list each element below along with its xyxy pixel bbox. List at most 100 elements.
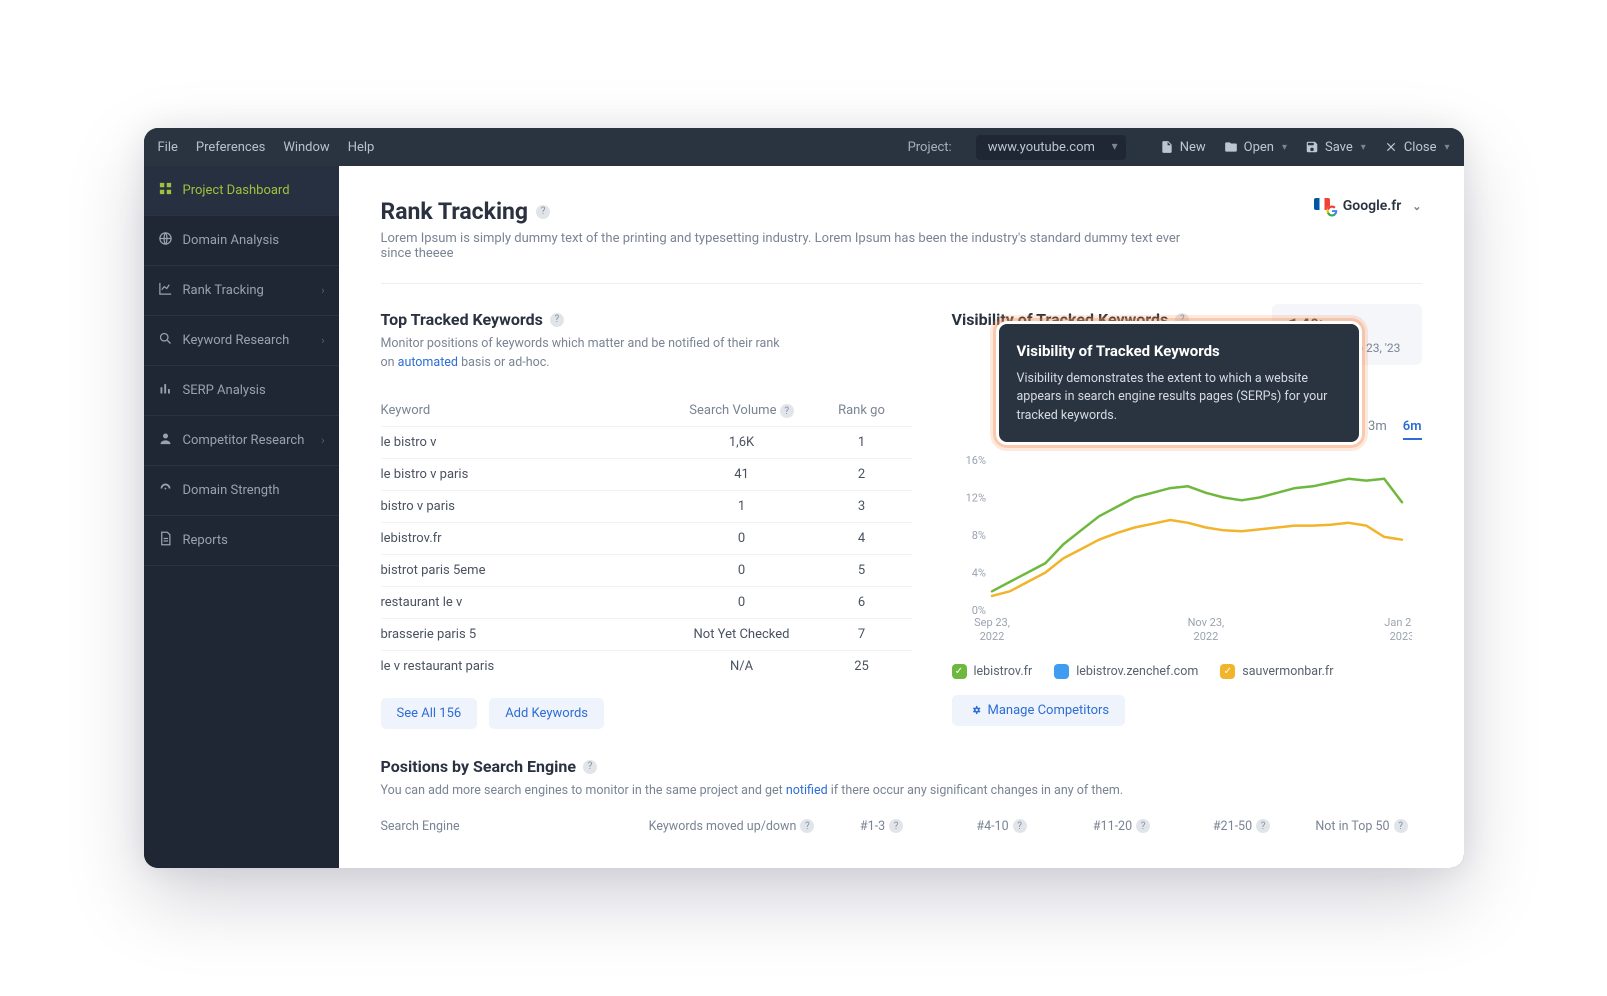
action-close[interactable]: Close▾: [1384, 140, 1450, 155]
col-search-volume: Search Volume ?: [672, 403, 812, 419]
sidebar-item-label: Rank Tracking: [183, 283, 264, 298]
table-row[interactable]: le v restaurant parisN/A25: [381, 650, 912, 682]
globe-icon: [158, 231, 173, 250]
menu-help[interactable]: Help: [348, 140, 375, 155]
legend-item[interactable]: lebistrov.zenchef.com: [1054, 664, 1198, 679]
help-icon[interactable]: ?: [1136, 819, 1150, 833]
search-engine-selector[interactable]: Google.fr ⌄: [1314, 198, 1422, 214]
cell-volume: Not Yet Checked: [672, 627, 812, 642]
svg-text:Sep 23,: Sep 23,: [974, 616, 1010, 629]
col-keyword: Keyword: [381, 403, 672, 419]
table-row[interactable]: bistrot paris 5eme05: [381, 554, 912, 586]
help-icon[interactable]: ?: [889, 819, 903, 833]
chart-legend: ✓lebistrov.frlebistrov.zenchef.com✓sauve…: [952, 664, 1422, 679]
cell-keyword: restaurant le v: [381, 595, 672, 610]
positions-section: Positions by Search Engine ? You can add…: [381, 757, 1422, 834]
page-title: Rank Tracking ?: [381, 198, 1201, 225]
cell-keyword: le v restaurant paris: [381, 659, 672, 674]
cell-keyword: lebistrov.fr: [381, 531, 672, 546]
save-icon: [1305, 140, 1319, 154]
positions-col: #4-10 ?: [942, 819, 1062, 834]
col-rank: Rank go: [812, 403, 912, 419]
help-icon[interactable]: ?: [800, 819, 814, 833]
gear-icon: [968, 703, 982, 717]
action-save[interactable]: Save▾: [1305, 140, 1366, 155]
help-icon[interactable]: ?: [536, 205, 550, 219]
positions-col: #21-50 ?: [1182, 819, 1302, 834]
sidebar-item-project-dashboard[interactable]: Project Dashboard: [144, 166, 339, 216]
svg-text:8%: 8%: [971, 529, 985, 542]
cell-volume: 1: [672, 499, 812, 514]
svg-text:2022: 2022: [979, 630, 1004, 643]
menu-preferences[interactable]: Preferences: [196, 140, 265, 155]
legend-checkbox-icon: ✓: [1220, 664, 1235, 679]
sidebar-item-label: Domain Strength: [183, 483, 280, 498]
help-icon[interactable]: ?: [583, 760, 597, 774]
folder-open-icon: [1224, 140, 1238, 154]
cell-rank: 25: [812, 659, 912, 674]
period-tab-3m[interactable]: 3m: [1368, 419, 1387, 440]
help-icon[interactable]: ?: [1013, 819, 1027, 833]
svg-text:Jan 23,: Jan 23,: [1384, 616, 1412, 629]
sidebar-item-label: Domain Analysis: [183, 233, 280, 248]
positions-title: Positions by Search Engine ?: [381, 757, 1422, 776]
positions-col: Search Engine: [381, 819, 642, 834]
period-tab-6m[interactable]: 6m: [1403, 419, 1422, 440]
cell-keyword: le bistro v paris: [381, 467, 672, 482]
table-row[interactable]: lebistrov.fr04: [381, 522, 912, 554]
sidebar-item-serp-analysis[interactable]: SERP Analysis: [144, 366, 339, 416]
tracked-keywords-title: Top Tracked Keywords ?: [381, 310, 912, 329]
help-icon[interactable]: ?: [1256, 819, 1270, 833]
help-icon[interactable]: ?: [550, 313, 564, 327]
table-row[interactable]: brasserie paris 5Not Yet Checked7: [381, 618, 912, 650]
bars-icon: [158, 381, 173, 400]
sidebar-item-reports[interactable]: Reports: [144, 516, 339, 566]
positions-col: Not in Top 50 ?: [1302, 819, 1422, 834]
positions-subtitle: You can add more search engines to monit…: [381, 782, 1422, 801]
topbar: File Preferences Window Help Project: ww…: [144, 128, 1464, 166]
page-subtitle: Lorem Ipsum is simply dummy text of the …: [381, 231, 1201, 261]
add-keywords-button[interactable]: Add Keywords: [489, 698, 604, 729]
tooltip-title: Visibility of Tracked Keywords: [1017, 340, 1341, 363]
legend-item[interactable]: ✓lebistrov.fr: [952, 664, 1033, 679]
svg-text:12%: 12%: [965, 491, 985, 504]
svg-text:16%: 16%: [965, 454, 985, 467]
tooltip-body: Visibility demonstrates the extent to wh…: [1017, 370, 1341, 426]
automated-link[interactable]: automated: [398, 355, 458, 370]
sidebar-item-rank-tracking[interactable]: Rank Tracking›: [144, 266, 339, 316]
cell-keyword: le bistro v: [381, 435, 672, 450]
help-icon[interactable]: ?: [780, 404, 794, 418]
notified-link[interactable]: notified: [786, 783, 828, 798]
cell-rank: 2: [812, 467, 912, 482]
sidebar-item-keyword-research[interactable]: Keyword Research›: [144, 316, 339, 366]
legend-label: lebistrov.zenchef.com: [1076, 664, 1198, 679]
sidebar-item-domain-strength[interactable]: Domain Strength: [144, 466, 339, 516]
menu-window[interactable]: Window: [283, 140, 329, 155]
cell-volume: 1,6K: [672, 435, 812, 450]
table-row[interactable]: le bistro v paris412: [381, 458, 912, 490]
table-row[interactable]: bistro v paris13: [381, 490, 912, 522]
cell-rank: 3: [812, 499, 912, 514]
action-new[interactable]: New: [1160, 140, 1206, 155]
cell-rank: 5: [812, 563, 912, 578]
legend-label: lebistrov.fr: [974, 664, 1033, 679]
menu-file[interactable]: File: [158, 140, 178, 155]
action-open[interactable]: Open▾: [1224, 140, 1287, 155]
manage-competitors-button[interactable]: Manage Competitors: [952, 695, 1126, 726]
project-select[interactable]: www.youtube.com: [976, 135, 1126, 160]
gauge-icon: [158, 481, 173, 500]
cell-keyword: bistro v paris: [381, 499, 672, 514]
legend-item[interactable]: ✓sauvermonbar.fr: [1220, 664, 1333, 679]
sidebar-item-competitor-research[interactable]: Competitor Research›: [144, 416, 339, 466]
table-row[interactable]: le bistro v1,6K1: [381, 426, 912, 458]
table-row[interactable]: restaurant le v06: [381, 586, 912, 618]
sidebar-item-domain-analysis[interactable]: Domain Analysis: [144, 216, 339, 266]
sidebar: Project Dashboard Domain Analysis Rank Tra…: [144, 166, 339, 868]
cell-rank: 6: [812, 595, 912, 610]
visibility-chart: 0%4%8%12%16%Sep 23,2022Nov 23,2022Jan 23…: [952, 450, 1412, 650]
cell-volume: 41: [672, 467, 812, 482]
cell-volume: 0: [672, 595, 812, 610]
see-all-button[interactable]: See All 156: [381, 698, 478, 729]
sidebar-item-label: Reports: [183, 533, 228, 548]
help-icon[interactable]: ?: [1394, 819, 1408, 833]
